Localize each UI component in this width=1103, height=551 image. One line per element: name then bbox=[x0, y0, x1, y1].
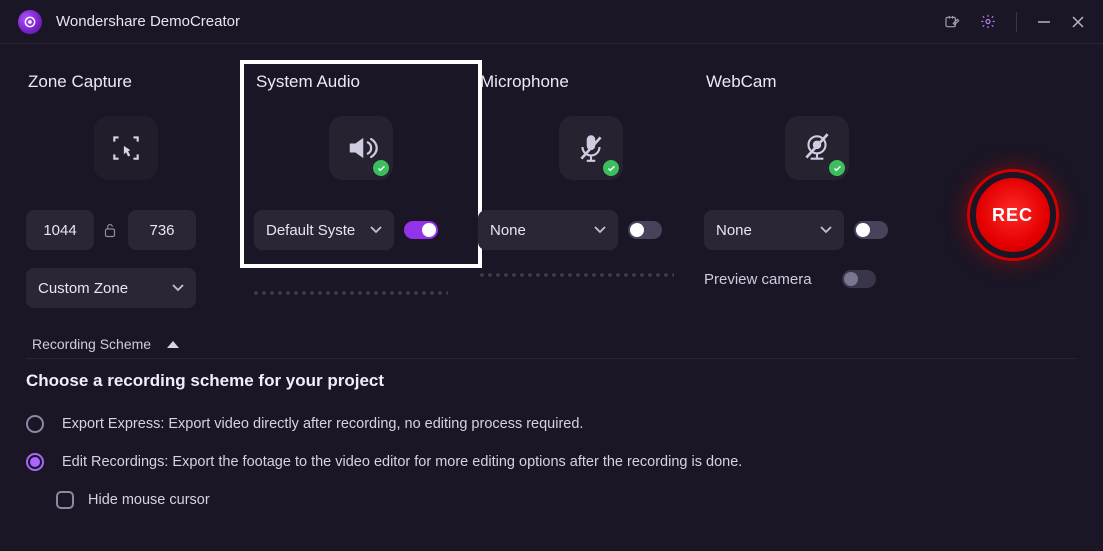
titlebar-separator bbox=[1016, 12, 1017, 32]
editor-icon[interactable] bbox=[944, 14, 960, 30]
microphone-device-select[interactable]: None bbox=[478, 210, 618, 250]
close-button[interactable] bbox=[1071, 15, 1085, 29]
lock-icon[interactable] bbox=[104, 223, 118, 238]
zone-capture-tile[interactable] bbox=[94, 116, 158, 180]
system-audio-device-value: Default Syste bbox=[266, 222, 355, 239]
preview-camera-toggle[interactable] bbox=[842, 270, 876, 288]
record-button[interactable]: REC bbox=[970, 172, 1056, 258]
system-audio-device-select[interactable]: Default Syste bbox=[254, 210, 394, 250]
check-badge-icon bbox=[829, 160, 845, 176]
system-audio-toggle[interactable] bbox=[404, 221, 438, 239]
zone-capture-label: Zone Capture bbox=[26, 72, 226, 92]
scheme-edit-recordings-radio[interactable] bbox=[26, 453, 44, 471]
system-audio-level-meter bbox=[252, 290, 448, 296]
webcam-tile[interactable] bbox=[785, 116, 849, 180]
microphone-device-value: None bbox=[490, 222, 526, 239]
microphone-tile[interactable] bbox=[559, 116, 623, 180]
minimize-button[interactable] bbox=[1037, 15, 1051, 29]
scheme-export-express-radio[interactable] bbox=[26, 415, 44, 433]
app-logo-icon bbox=[18, 10, 42, 34]
system-audio-column: System Audio Default Syste bbox=[252, 72, 478, 308]
zone-height-input[interactable] bbox=[128, 210, 196, 250]
zone-width-input[interactable] bbox=[26, 210, 94, 250]
system-audio-tile[interactable] bbox=[329, 116, 393, 180]
recording-scheme-toggle-label: Recording Scheme bbox=[32, 336, 151, 352]
recording-scheme-heading: Choose a recording scheme for your proje… bbox=[26, 371, 1077, 391]
check-badge-icon bbox=[373, 160, 389, 176]
microphone-toggle[interactable] bbox=[628, 221, 662, 239]
collapse-caret-icon[interactable] bbox=[167, 341, 179, 348]
chevron-down-icon bbox=[370, 226, 382, 234]
webcam-column: WebCam None Preview camera bbox=[704, 72, 930, 308]
chevron-down-icon bbox=[172, 284, 184, 292]
zone-mode-select[interactable]: Custom Zone bbox=[26, 268, 196, 308]
hide-mouse-cursor-checkbox[interactable] bbox=[56, 491, 74, 509]
microphone-level-meter bbox=[478, 272, 674, 278]
webcam-label: WebCam bbox=[704, 72, 930, 92]
recording-scheme-section: Choose a recording scheme for your proje… bbox=[0, 359, 1103, 509]
chevron-down-icon bbox=[820, 226, 832, 234]
titlebar: Wondershare DemoCreator bbox=[0, 0, 1103, 44]
preview-camera-label: Preview camera bbox=[704, 271, 812, 288]
microphone-label: Microphone bbox=[478, 72, 704, 92]
record-button-label: REC bbox=[992, 205, 1033, 226]
scheme-export-express-label: Export Express: Export video directly af… bbox=[62, 416, 583, 432]
hide-mouse-cursor-label: Hide mouse cursor bbox=[88, 492, 210, 508]
zone-mode-value: Custom Zone bbox=[38, 280, 128, 297]
webcam-device-select[interactable]: None bbox=[704, 210, 844, 250]
webcam-toggle[interactable] bbox=[854, 221, 888, 239]
webcam-device-value: None bbox=[716, 222, 752, 239]
scheme-edit-recordings-label: Edit Recordings: Export the footage to t… bbox=[62, 454, 742, 470]
system-audio-label: System Audio bbox=[254, 72, 468, 92]
microphone-column: Microphone None bbox=[478, 72, 704, 308]
zone-capture-column: Zone Capture Custom Zone bbox=[26, 72, 226, 308]
settings-gear-icon[interactable] bbox=[980, 14, 996, 30]
app-title: Wondershare DemoCreator bbox=[56, 13, 240, 30]
chevron-down-icon bbox=[594, 226, 606, 234]
system-audio-highlight: System Audio Default Syste bbox=[240, 60, 482, 268]
check-badge-icon bbox=[603, 160, 619, 176]
